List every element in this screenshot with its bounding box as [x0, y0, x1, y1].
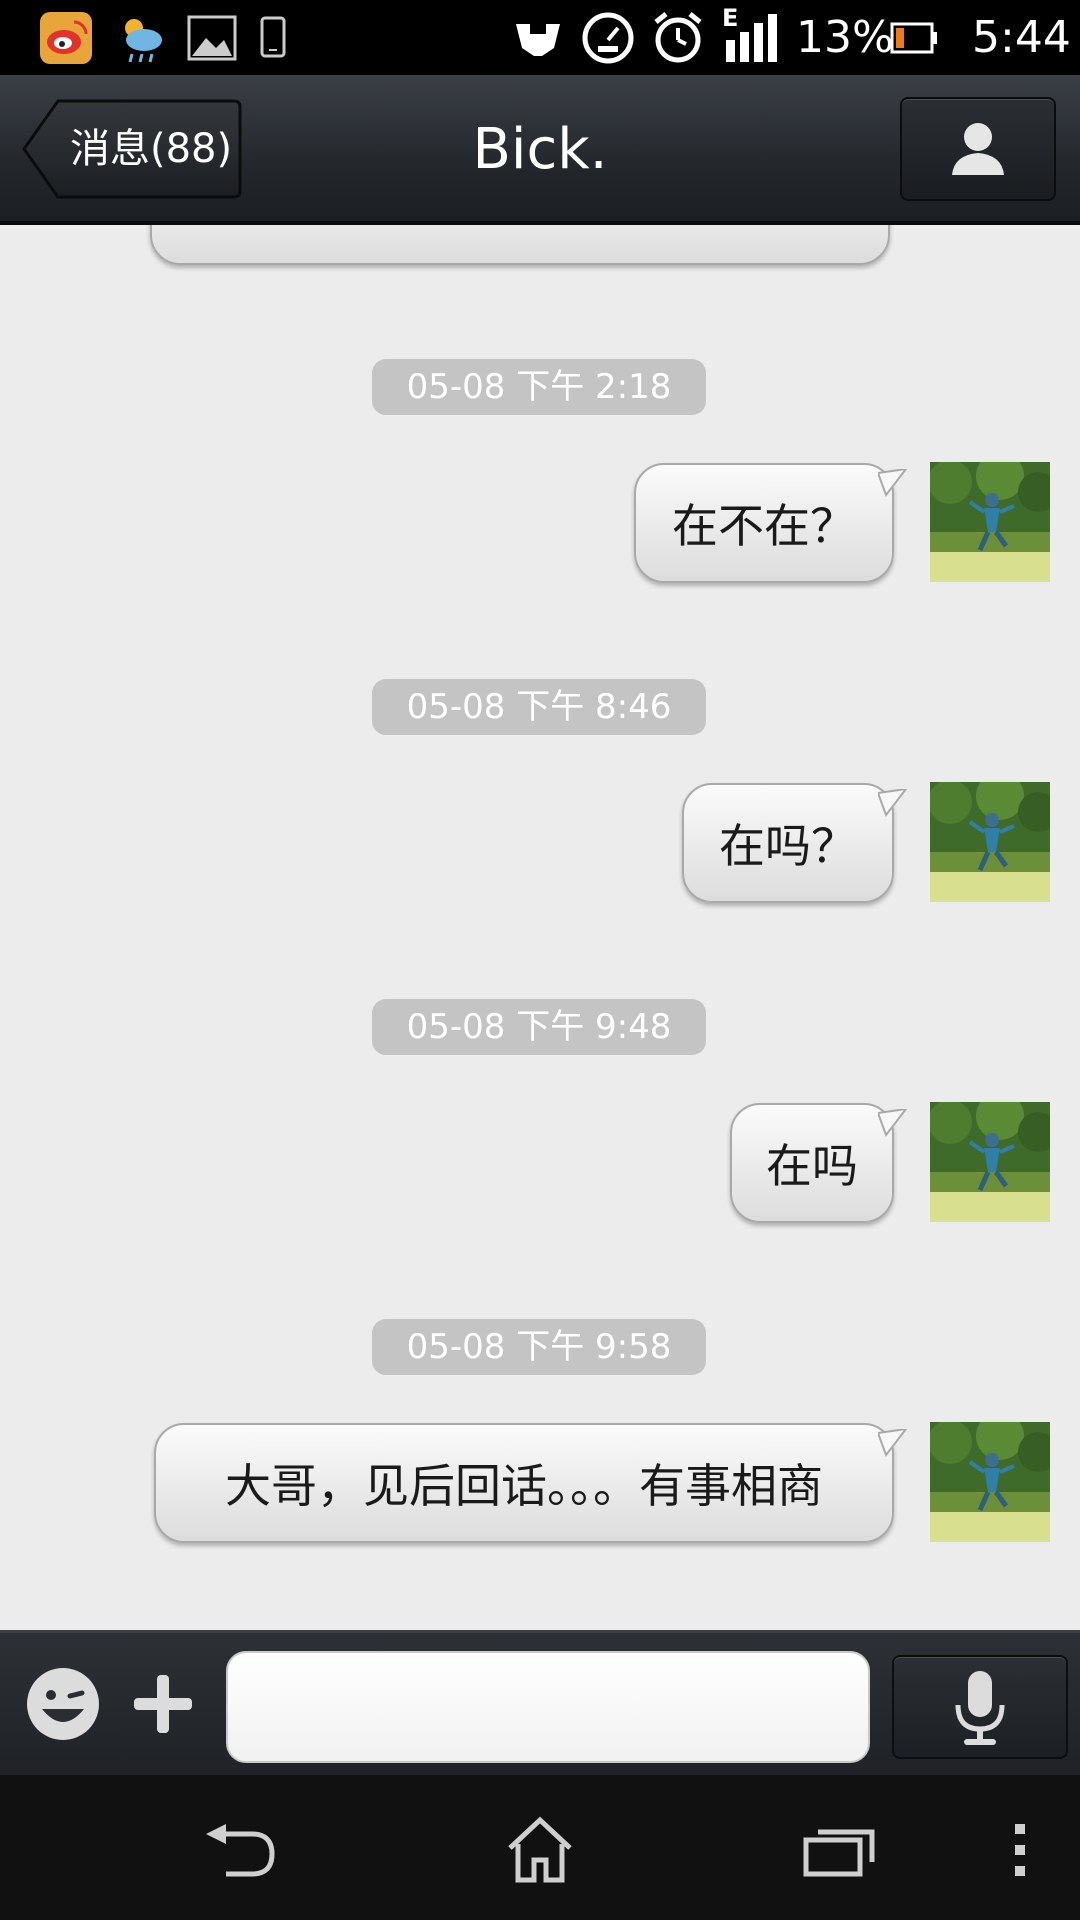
message-bubble-previous[interactable]	[150, 225, 890, 265]
gallery-icon	[184, 10, 240, 66]
nav-menu-button[interactable]	[1000, 1805, 1040, 1895]
avatar[interactable]	[930, 1422, 1050, 1542]
weibo-icon	[38, 10, 94, 66]
chat-area[interactable]: 05-08 下午 2:18 在不在？ 05-08 下午 8:46 在吗？ 05-…	[0, 225, 1080, 1630]
clock: 5:44	[972, 12, 1071, 63]
battery-percent: 13%	[796, 12, 894, 63]
phone-icon	[258, 10, 288, 66]
menu-icon	[1015, 1824, 1025, 1876]
back-icon	[206, 1824, 275, 1877]
home-icon	[508, 1816, 572, 1883]
alarm-icon	[650, 10, 706, 66]
message-text: 在吗	[766, 1139, 858, 1193]
back-messages-button[interactable]: 消息(88)	[22, 99, 242, 199]
navigation-bar	[0, 1775, 1080, 1920]
title-bar: 消息(88) Bick.	[0, 75, 1080, 225]
recent-apps-icon	[803, 1829, 875, 1877]
add-attachment-button[interactable]	[128, 1665, 198, 1743]
message-timestamp: 05-08 下午 9:58	[372, 1319, 706, 1375]
nfc-icon	[510, 10, 566, 66]
avatar[interactable]	[930, 1102, 1050, 1222]
message-timestamp: 05-08 下午 2:18	[372, 359, 706, 415]
message-input[interactable]	[226, 1651, 870, 1763]
weather-icon	[112, 10, 168, 66]
input-bar	[0, 1630, 1080, 1775]
message-bubble[interactable]: 在吗？	[682, 783, 908, 903]
network-type-label: E	[722, 4, 739, 32]
nav-back-button[interactable]	[200, 1805, 280, 1895]
message-text: 大哥，见后回话。。。有事相商	[225, 1459, 823, 1513]
message-text: 在不在？	[672, 499, 856, 553]
message-bubble[interactable]: 在吗	[730, 1103, 908, 1223]
emoji-button[interactable]	[24, 1665, 102, 1743]
status-bar: E 13% 5:44	[0, 0, 1080, 75]
nav-home-button[interactable]	[500, 1805, 580, 1895]
voice-button[interactable]	[892, 1655, 1068, 1759]
message-text: 在吗？	[719, 819, 857, 873]
message-bubble[interactable]: 在不在？	[634, 463, 908, 583]
speedometer-icon	[580, 10, 636, 66]
battery-icon	[890, 10, 938, 66]
person-icon	[952, 123, 1004, 175]
nav-recent-apps-button[interactable]	[800, 1805, 880, 1895]
message-timestamp: 05-08 下午 9:48	[372, 999, 706, 1055]
back-label: 消息(88)	[70, 126, 233, 172]
profile-button[interactable]	[900, 97, 1056, 201]
message-bubble[interactable]: 大哥，见后回话。。。有事相商	[154, 1423, 908, 1543]
avatar[interactable]	[930, 462, 1050, 582]
message-timestamp: 05-08 下午 8:46	[372, 679, 706, 735]
microphone-icon	[955, 1671, 1005, 1745]
plus-icon	[134, 1675, 192, 1733]
chat-title: Bick.	[472, 117, 608, 182]
avatar[interactable]	[930, 782, 1050, 902]
emoji-icon	[27, 1668, 99, 1740]
signal-icon: E	[722, 4, 784, 66]
